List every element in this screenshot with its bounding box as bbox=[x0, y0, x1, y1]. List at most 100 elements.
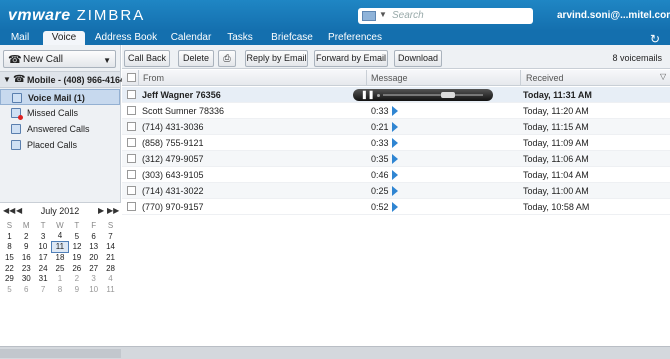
user-menu[interactable]: arvind.soni@...mitel.com▼ bbox=[557, 10, 670, 21]
calendar-day[interactable]: 3 bbox=[35, 231, 52, 242]
reply-by-email-button[interactable]: Reply by Email bbox=[245, 50, 308, 67]
playback-slider[interactable] bbox=[441, 92, 455, 98]
calendar-day[interactable]: 2 bbox=[68, 273, 85, 284]
tab-calendar[interactable]: Calendar bbox=[167, 31, 215, 45]
calendar-day[interactable]: 21 bbox=[102, 252, 119, 263]
tab-mail[interactable]: Mail bbox=[5, 31, 35, 45]
row-checkbox[interactable] bbox=[127, 202, 136, 211]
calendar-day[interactable]: 14 bbox=[102, 241, 119, 252]
play-icon[interactable] bbox=[392, 154, 398, 164]
row-checkbox[interactable] bbox=[127, 106, 136, 115]
play-icon[interactable] bbox=[392, 202, 398, 212]
pause-icon[interactable]: ❚❚ bbox=[361, 90, 374, 99]
chevron-down-icon[interactable]: ▼ bbox=[103, 56, 111, 65]
search-type-dropdown-icon[interactable]: ▼ bbox=[379, 10, 387, 19]
voicemail-row[interactable]: (312) 479-9057 0:35 Today, 11:06 AM bbox=[122, 151, 670, 167]
sort-icon[interactable]: ▽ bbox=[660, 72, 666, 81]
voicemail-row[interactable]: (770) 970-9157 0:52 Today, 10:58 AM bbox=[122, 199, 670, 215]
next-year-icon[interactable]: ▶▶ bbox=[107, 206, 119, 215]
mail-icon[interactable] bbox=[362, 11, 376, 21]
sidebar-item-answered-calls[interactable]: Answered Calls bbox=[0, 121, 120, 137]
calendar-day[interactable]: 24 bbox=[35, 263, 52, 274]
search-box[interactable]: ▼ Search bbox=[358, 8, 533, 24]
refresh-icon[interactable]: ↻ bbox=[650, 32, 660, 46]
user-name[interactable]: arvind.soni@...mitel.com bbox=[557, 10, 670, 21]
calendar-day[interactable]: 30 bbox=[18, 273, 35, 284]
column-from[interactable]: From bbox=[143, 73, 164, 83]
volume-icon[interactable] bbox=[377, 94, 380, 97]
tab-tasks[interactable]: Tasks bbox=[222, 31, 258, 45]
calendar-day[interactable]: 13 bbox=[85, 241, 102, 252]
play-icon[interactable] bbox=[392, 170, 398, 180]
calendar-day[interactable]: 6 bbox=[18, 284, 35, 295]
calendar-day[interactable]: 9 bbox=[68, 284, 85, 295]
calendar-day[interactable]: 23 bbox=[18, 263, 35, 274]
row-checkbox[interactable] bbox=[127, 90, 136, 99]
sidebar-item-missed-calls[interactable]: Missed Calls bbox=[0, 105, 120, 121]
collapse-icon[interactable]: ▼ bbox=[3, 75, 11, 84]
calendar-day[interactable]: 22 bbox=[1, 263, 18, 274]
calendar-day[interactable]: 25 bbox=[52, 263, 69, 274]
calendar-day[interactable]: 4 bbox=[102, 273, 119, 284]
forward-by-email-button[interactable]: Forward by Email bbox=[314, 50, 388, 67]
calendar-day[interactable]: 11 bbox=[51, 240, 69, 253]
calendar-day[interactable]: 4 bbox=[52, 231, 69, 242]
calendar-day[interactable]: 16 bbox=[18, 252, 35, 263]
horizontal-scrollbar[interactable] bbox=[0, 349, 121, 358]
calendar-day[interactable]: 11 bbox=[102, 284, 119, 295]
calendar-day[interactable]: 7 bbox=[102, 231, 119, 242]
call-back-button[interactable]: Call Back bbox=[124, 50, 170, 67]
calendar-day[interactable]: 17 bbox=[35, 252, 52, 263]
calendar-day[interactable]: 28 bbox=[102, 263, 119, 274]
next-month-icon[interactable]: ▶ bbox=[98, 206, 104, 215]
play-icon[interactable] bbox=[392, 186, 398, 196]
tab-briefcase[interactable]: Briefcase bbox=[266, 31, 318, 45]
calendar-day[interactable]: 27 bbox=[85, 263, 102, 274]
calendar-day[interactable]: 2 bbox=[18, 231, 35, 242]
download-button[interactable]: Download bbox=[394, 50, 442, 67]
row-checkbox[interactable] bbox=[127, 170, 136, 179]
new-call-button[interactable]: ☎ New Call ▼ bbox=[3, 50, 116, 68]
tab-preferences[interactable]: Preferences bbox=[326, 31, 384, 45]
play-icon[interactable] bbox=[392, 138, 398, 148]
play-icon[interactable] bbox=[392, 122, 398, 132]
voicemail-row[interactable]: (714) 431-3036 0:21 Today, 11:15 AM bbox=[122, 119, 670, 135]
calendar-day[interactable]: 6 bbox=[85, 231, 102, 242]
calendar-day[interactable]: 10 bbox=[35, 241, 52, 252]
calendar-day[interactable]: 26 bbox=[68, 263, 85, 274]
calendar-day[interactable]: 1 bbox=[52, 273, 69, 284]
voicemail-row[interactable]: (714) 431-3022 0:25 Today, 11:00 AM bbox=[122, 183, 670, 199]
row-checkbox[interactable] bbox=[127, 122, 136, 131]
calendar-day[interactable]: 18 bbox=[52, 252, 69, 263]
calendar-day[interactable]: 31 bbox=[35, 273, 52, 284]
select-all-checkbox[interactable] bbox=[127, 73, 136, 82]
voicemail-row[interactable]: (303) 643-9105 0:46 Today, 11:04 AM bbox=[122, 167, 670, 183]
voicemail-row[interactable]: Scott Sumner 78336 0:33 Today, 11:20 AM bbox=[122, 103, 670, 119]
delete-button[interactable]: Delete bbox=[178, 50, 214, 67]
row-checkbox[interactable] bbox=[127, 186, 136, 195]
calendar-day[interactable]: 8 bbox=[1, 241, 18, 252]
calendar-day[interactable]: 3 bbox=[85, 273, 102, 284]
play-icon[interactable] bbox=[392, 106, 398, 116]
calendar-day[interactable]: 19 bbox=[68, 252, 85, 263]
voicemail-row[interactable]: (858) 755-9121 0:33 Today, 11:09 AM bbox=[122, 135, 670, 151]
calendar-day[interactable]: 9 bbox=[18, 241, 35, 252]
sidebar-item-placed-calls[interactable]: Placed Calls bbox=[0, 137, 120, 153]
playback-track[interactable] bbox=[383, 94, 483, 96]
column-received[interactable]: Received bbox=[526, 73, 564, 83]
search-input[interactable]: Search bbox=[392, 10, 424, 21]
row-checkbox[interactable] bbox=[127, 154, 136, 163]
calendar-day[interactable]: 12 bbox=[68, 241, 85, 252]
calendar-day[interactable]: 20 bbox=[85, 252, 102, 263]
calendar-day[interactable]: 5 bbox=[1, 284, 18, 295]
calendar-day[interactable]: 15 bbox=[1, 252, 18, 263]
tab-address-book[interactable]: Address Book bbox=[91, 31, 161, 45]
account-header[interactable]: ▼ ☎ Mobile - (408) 966-4164 bbox=[0, 71, 125, 88]
row-checkbox[interactable] bbox=[127, 138, 136, 147]
calendar-day[interactable]: 5 bbox=[68, 231, 85, 242]
calendar-day[interactable]: 10 bbox=[85, 284, 102, 295]
audio-player[interactable]: ❚❚ bbox=[353, 89, 493, 101]
calendar-day[interactable]: 8 bbox=[52, 284, 69, 295]
sidebar-item-voice-mail[interactable]: Voice Mail (1) bbox=[0, 89, 120, 105]
calendar-day[interactable]: 7 bbox=[35, 284, 52, 295]
